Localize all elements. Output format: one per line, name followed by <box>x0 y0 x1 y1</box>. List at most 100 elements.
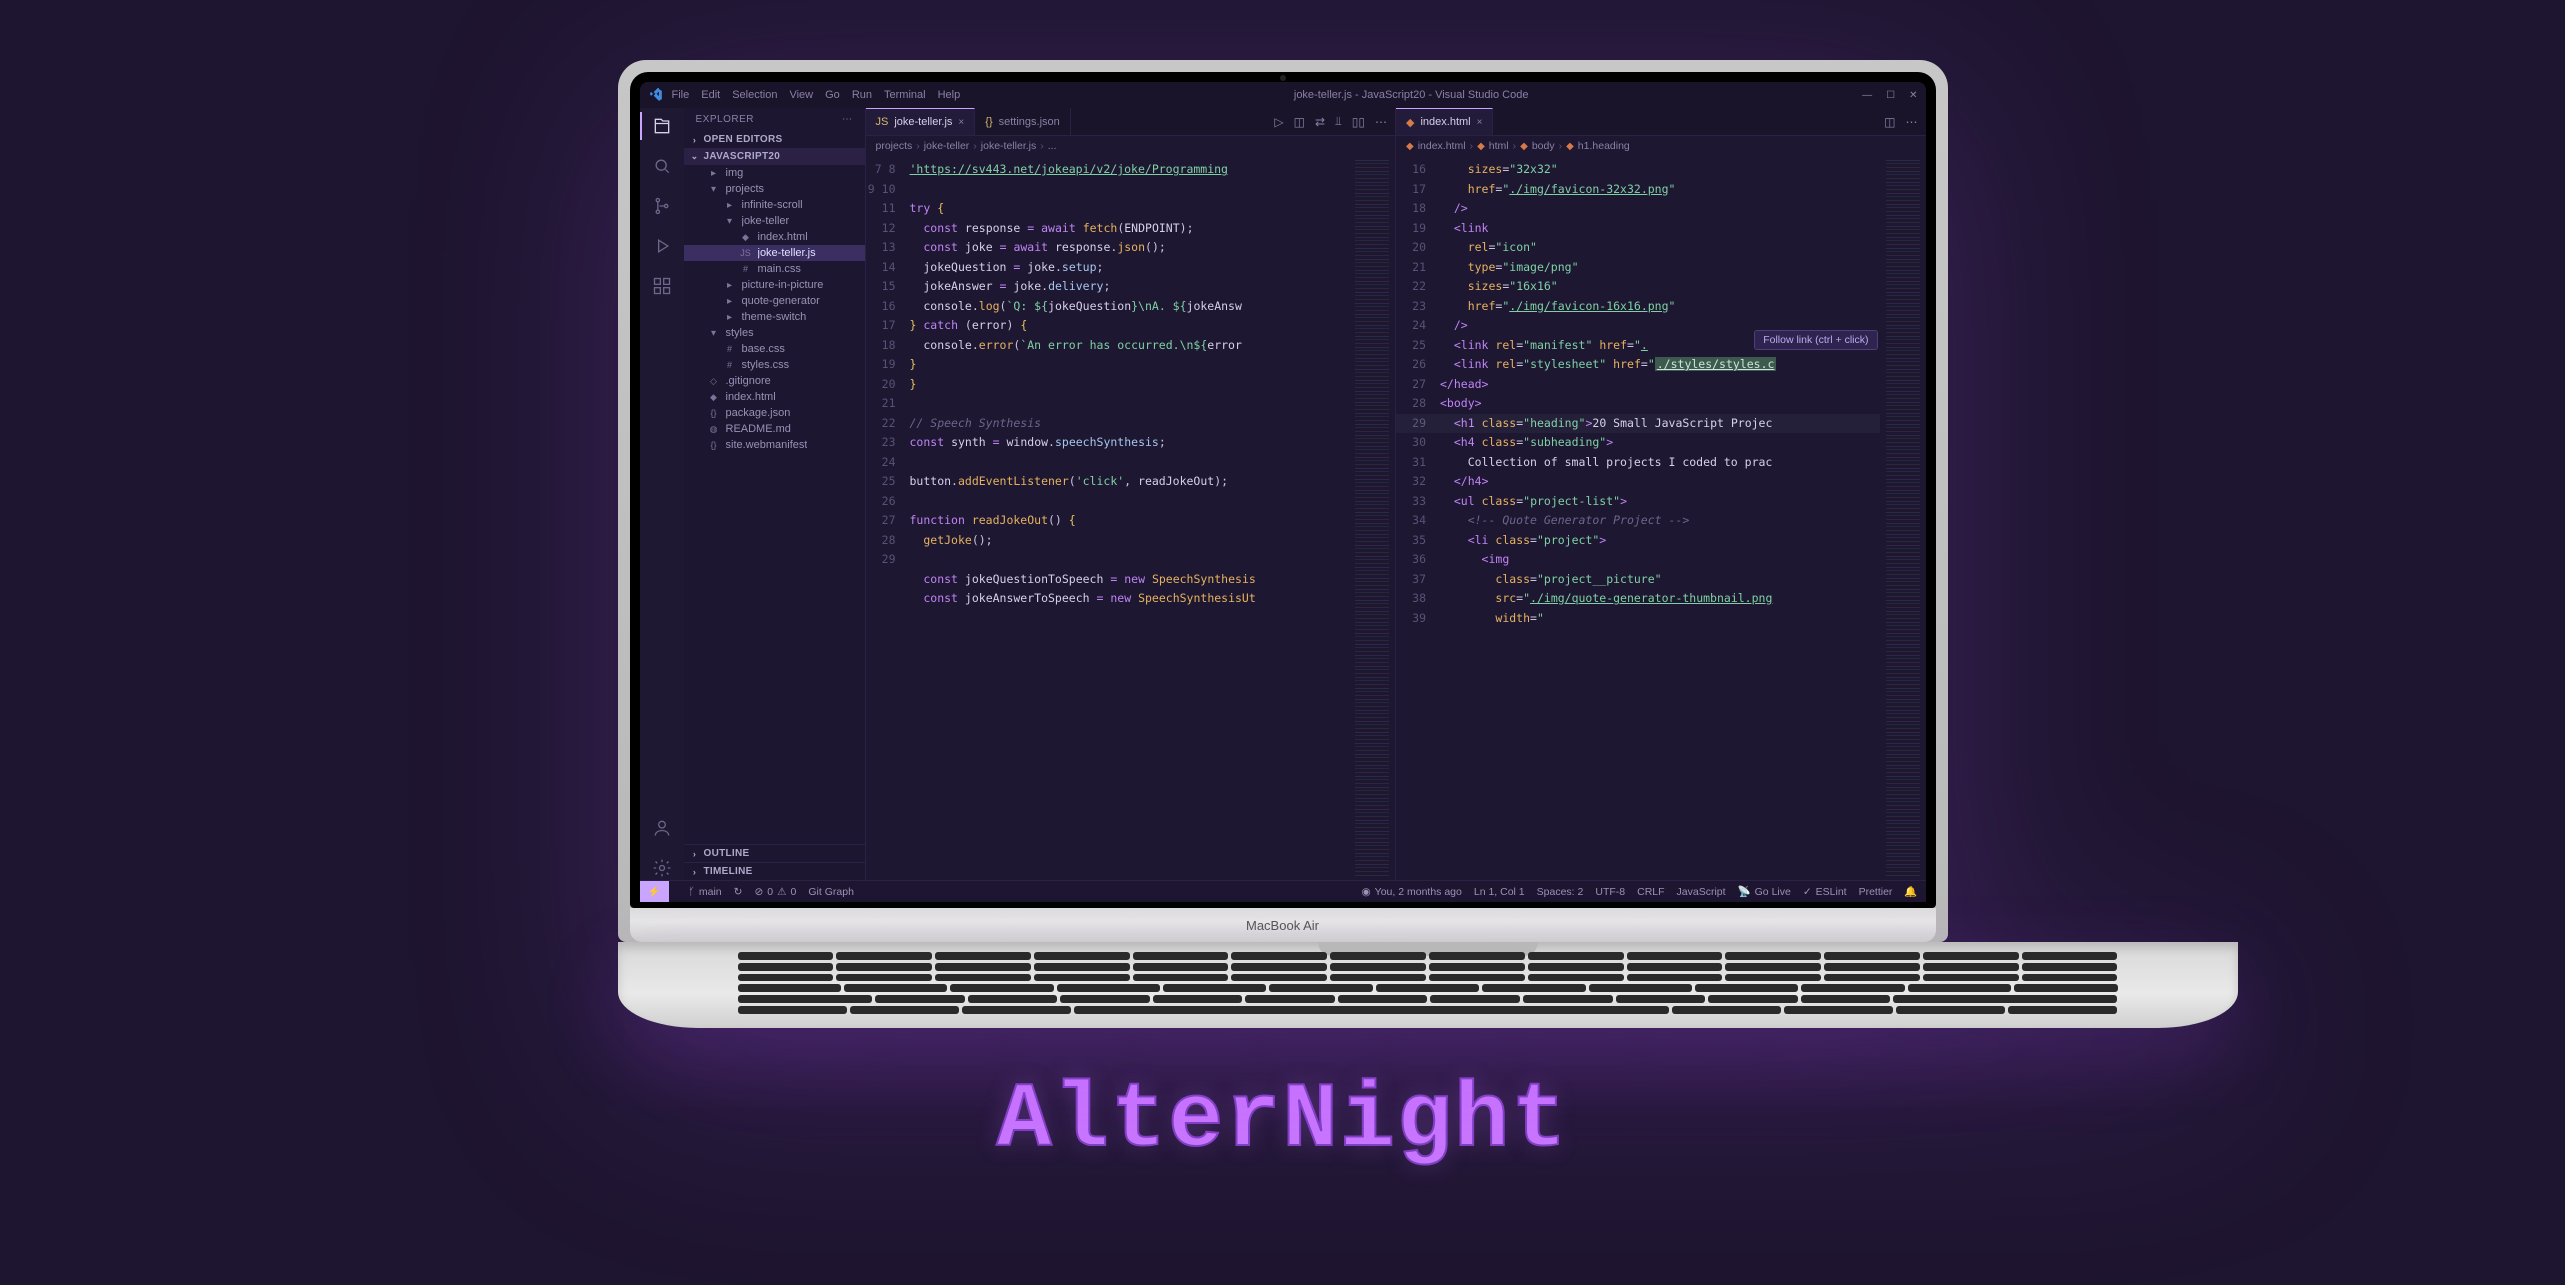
maximize-icon[interactable]: ☐ <box>1886 90 1895 101</box>
explorer-icon[interactable] <box>650 114 674 138</box>
file-label: package.json <box>726 407 791 419</box>
section-outline[interactable]: ›OUTLINE <box>684 844 865 862</box>
file-index.html[interactable]: ◆index.html <box>684 229 865 245</box>
breadcrumb-segment[interactable]: body <box>1532 140 1555 152</box>
file-label: base.css <box>742 343 785 355</box>
folder-theme-switch[interactable]: ▸theme-switch <box>684 309 865 325</box>
breadcrumb-segment[interactable]: index.html <box>1418 140 1466 152</box>
breadcrumb-segment[interactable]: joke-teller <box>924 140 970 152</box>
file-index.html[interactable]: ◆index.html <box>684 389 865 405</box>
gutter-right: 16 17 18 19 20 21 22 23 24 25 26 27 28 2… <box>1396 156 1436 880</box>
settings-gear-icon[interactable] <box>650 856 674 880</box>
status-spaces[interactable]: Spaces: 2 <box>1537 886 1584 898</box>
extensions-icon[interactable] <box>650 274 674 298</box>
file-package.json[interactable]: {}package.json <box>684 405 865 421</box>
more-actions-icon[interactable]: ⋯ <box>1906 115 1918 129</box>
file-.gitignore[interactable]: ◇.gitignore <box>684 373 865 389</box>
status-language[interactable]: JavaScript <box>1677 886 1726 898</box>
folder-infinite-scroll[interactable]: ▸infinite-scroll <box>684 197 865 213</box>
section-open-editors[interactable]: ›OPEN EDITORS <box>684 131 865 148</box>
status-prettier[interactable]: Prettier <box>1859 886 1893 898</box>
laptop-keyboard <box>618 942 2238 1028</box>
file-site.webmanifest[interactable]: {}site.webmanifest <box>684 437 865 453</box>
file-joke-teller.js[interactable]: JSjoke-teller.js <box>684 245 865 261</box>
status-encoding[interactable]: UTF-8 <box>1595 886 1625 898</box>
folder-icon: ▸ <box>724 296 736 307</box>
account-icon[interactable] <box>650 816 674 840</box>
status-eslint[interactable]: ✓ ESLint <box>1803 886 1847 898</box>
tab-close-icon[interactable]: × <box>958 117 964 128</box>
file-label: README.md <box>726 423 791 435</box>
laptop-hinge-label: MacBook Air <box>630 908 1936 942</box>
status-blame[interactable]: ◉ You, 2 months ago <box>1362 886 1462 898</box>
status-golive[interactable]: 📡 Go Live <box>1738 885 1791 898</box>
file-base.css[interactable]: # base.css <box>684 341 865 357</box>
breadcrumb-segment[interactable]: html <box>1489 140 1509 152</box>
tab-index-html[interactable]: ◆index.html× <box>1396 108 1493 135</box>
more-actions-icon[interactable]: ⋯ <box>1375 115 1387 129</box>
code-area-left[interactable]: 7 8 9 10 11 12 13 14 15 16 17 18 19 20 2… <box>866 156 1396 880</box>
folder-picture-in-picture[interactable]: ▸picture-in-picture <box>684 277 865 293</box>
folder-img[interactable]: ▸img <box>684 165 865 181</box>
split-right-icon[interactable]: ▯▯ <box>1352 115 1365 129</box>
folder-icon: ▾ <box>708 184 720 195</box>
folder-joke-teller[interactable]: ▾ joke-teller <box>684 213 865 229</box>
file-README.md[interactable]: ◍README.md <box>684 421 865 437</box>
minimize-icon[interactable]: — <box>1862 90 1872 101</box>
css-file-icon: # <box>724 344 736 354</box>
folder-styles[interactable]: ▾styles <box>684 325 865 341</box>
status-branch[interactable]: ᚶ main <box>689 886 722 898</box>
file-styles.css[interactable]: #styles.css <box>684 357 865 373</box>
breadcrumb-segment[interactable]: joke-teller.js <box>981 140 1036 152</box>
folder-icon: ▾ <box>724 216 736 227</box>
close-icon[interactable]: ✕ <box>1909 90 1917 101</box>
menu-terminal[interactable]: Terminal <box>884 89 926 101</box>
breadcrumb-segment[interactable]: ... <box>1048 140 1057 152</box>
status-problems[interactable]: ⊘ 0 ⚠ 0 <box>754 886 796 898</box>
tabs-left: JSjoke-teller.js×{}settings.json ▷ ◫ ⇄ ⫫… <box>866 108 1396 136</box>
debug-icon[interactable] <box>650 234 674 258</box>
file-main.css[interactable]: #main.css <box>684 261 865 277</box>
menu-help[interactable]: Help <box>938 89 961 101</box>
breadcrumb-right[interactable]: ◆ index.html ›◆ html ›◆ body ›◆ h1.headi… <box>1396 136 1926 156</box>
folder-projects[interactable]: ▾projects <box>684 181 865 197</box>
breadcrumb-segment[interactable]: projects <box>876 140 913 152</box>
folder-quote-generator[interactable]: ▸quote-generator <box>684 293 865 309</box>
menu-selection[interactable]: Selection <box>732 89 777 101</box>
tab-settings-json[interactable]: {}settings.json <box>975 108 1071 135</box>
file-label: joke-teller <box>742 215 790 227</box>
breadcrumb-left[interactable]: projects › joke-teller › joke-teller.js … <box>866 136 1396 156</box>
split-icon[interactable]: ◫ <box>1884 115 1895 129</box>
section-workspace[interactable]: ⌄JAVASCRIPT20 <box>684 148 865 165</box>
status-remote[interactable]: ⚡ <box>640 881 677 902</box>
menu-run[interactable]: Run <box>852 89 872 101</box>
status-eol[interactable]: CRLF <box>1637 886 1664 898</box>
chevron-right-icon: › <box>973 140 977 152</box>
diff-icon[interactable]: ⫫ <box>1335 114 1342 129</box>
file-label: theme-switch <box>742 311 807 323</box>
search-icon[interactable] <box>650 154 674 178</box>
run-icon[interactable]: ▷ <box>1274 115 1283 129</box>
code-left[interactable]: 'https://sv443.net/jokeapi/v2/joke/Progr… <box>906 156 1350 880</box>
status-git-graph[interactable]: Git Graph <box>808 886 854 898</box>
status-bell-icon[interactable]: 🔔 <box>1904 885 1917 898</box>
status-sync[interactable]: ↻ <box>734 886 743 898</box>
menu-go[interactable]: Go <box>825 89 840 101</box>
code-area-right[interactable]: 16 17 18 19 20 21 22 23 24 25 26 27 28 2… <box>1396 156 1926 880</box>
menu-view[interactable]: View <box>789 89 813 101</box>
menu-file[interactable]: File <box>672 89 690 101</box>
tab-joke-teller-js[interactable]: JSjoke-teller.js× <box>866 108 976 135</box>
minimap-left[interactable] <box>1349 156 1395 880</box>
menu-edit[interactable]: Edit <box>701 89 720 101</box>
minimap-right[interactable] <box>1880 156 1926 880</box>
more-icon[interactable]: ⋯ <box>842 114 853 125</box>
source-control-icon[interactable] <box>650 194 674 218</box>
status-cursor[interactable]: Ln 1, Col 1 <box>1474 886 1525 898</box>
compare-icon[interactable]: ⇄ <box>1315 115 1325 129</box>
split-icon[interactable]: ◫ <box>1294 115 1305 129</box>
folder-icon: ▾ <box>708 328 720 339</box>
breadcrumb-segment[interactable]: h1.heading <box>1578 140 1630 152</box>
tab-close-icon[interactable]: × <box>1477 117 1483 128</box>
code-right[interactable]: sizes="32x32" href="./img/favicon-32x32.… <box>1436 156 1880 880</box>
section-timeline[interactable]: ›TIMELINE <box>684 862 865 880</box>
